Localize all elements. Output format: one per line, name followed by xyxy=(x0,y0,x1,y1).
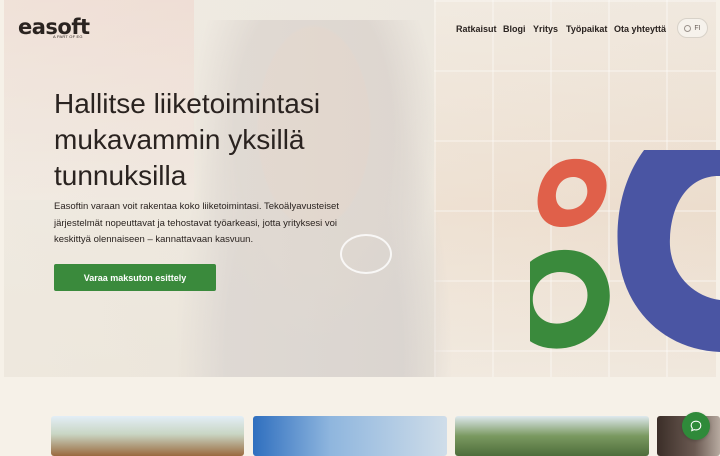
nav-tyopaikat[interactable]: Työpaikat xyxy=(566,24,607,34)
nav-ota-yhteytta[interactable]: Ota yhteyttä xyxy=(614,24,666,34)
card-image-1[interactable] xyxy=(51,416,244,456)
chat-button[interactable] xyxy=(682,412,710,440)
green-ring-shape xyxy=(530,249,610,349)
blue-arc-shape xyxy=(617,150,720,352)
language-label: FI xyxy=(694,24,701,32)
language-selector[interactable]: FI xyxy=(677,18,708,38)
red-ring-shape xyxy=(537,158,607,228)
hero-description: Easoftin varaan voit rakentaa koko liike… xyxy=(54,201,339,245)
nav-blogi[interactable]: Blogi xyxy=(503,24,526,34)
card-image-3[interactable] xyxy=(455,416,649,456)
globe-icon xyxy=(684,24,692,32)
chat-bubble-icon xyxy=(690,420,702,432)
hero-title: Hallitse liiketoimintasi mukavammin yksi… xyxy=(54,88,321,191)
decorative-shapes xyxy=(530,150,720,352)
nav-ratkaisut[interactable]: Ratkaisut xyxy=(456,24,497,34)
book-demo-button[interactable]: Varaa maksuton esittely xyxy=(54,264,216,291)
logo-tagline: A PART OF EG xyxy=(53,34,83,39)
nav-yritys[interactable]: Yritys xyxy=(533,24,558,34)
card-image-2[interactable] xyxy=(253,416,447,456)
